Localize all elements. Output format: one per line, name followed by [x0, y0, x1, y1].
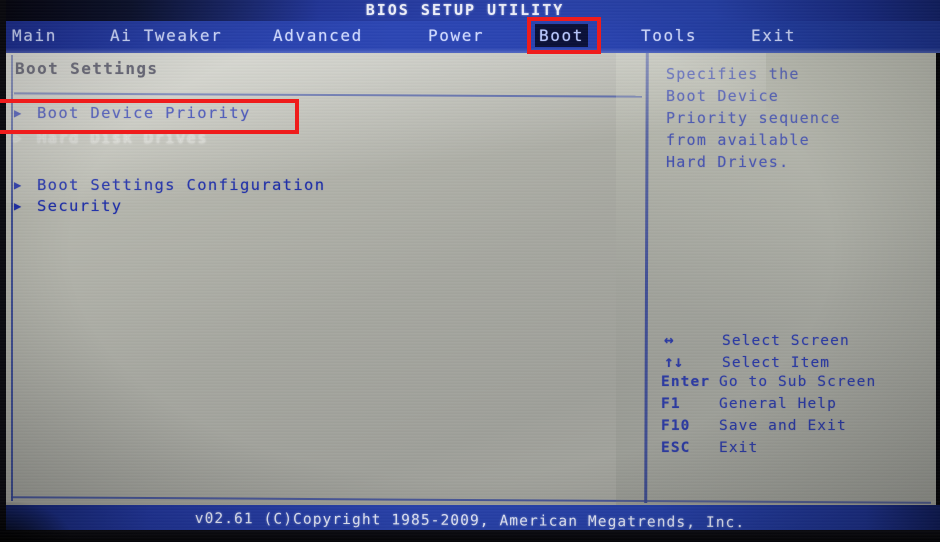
help-text-line: Priority sequence: [666, 109, 841, 127]
section-rule: [13, 92, 643, 98]
key-legend-key: ↑↓: [664, 352, 684, 371]
key-legend-description: General Help: [719, 396, 837, 412]
key-legend-row: ESC Exit: [661, 440, 876, 462]
help-text-line: from available: [666, 131, 810, 149]
menu-tab-tools[interactable]: Tools: [641, 26, 697, 45]
monitor-bezel-bottom: [0, 530, 940, 542]
boot-option-boot-device-priority[interactable]: ▶ Boot Device Priority: [14, 104, 251, 122]
key-legend-key: F10: [661, 418, 691, 434]
key-legend-description: Select Item: [722, 355, 831, 371]
key-legend-description: Go to Sub Screen: [719, 374, 877, 390]
boot-option-hard-disk-drives[interactable]: ▶ Hard Disk Drives: [14, 129, 208, 147]
menu-tab-power[interactable]: Power: [428, 26, 484, 45]
boot-option-label: Hard Disk Drives: [37, 129, 208, 147]
title-bar: BIOS SETUP UTILITY: [0, 0, 940, 22]
key-legend-description: Save and Exit: [719, 418, 847, 434]
boot-option-boot-settings-configuration[interactable]: ▶ Boot Settings Configuration: [14, 176, 325, 194]
key-legend-row: ↑↓ Select Item: [661, 352, 876, 374]
menu-tab-advanced[interactable]: Advanced: [273, 26, 363, 45]
menu-tab-main[interactable]: Main: [12, 26, 57, 45]
help-text-line: Hard Drives.: [666, 153, 790, 171]
left-pane-title: Boot Settings: [15, 59, 159, 78]
key-legend-description: Select Screen: [722, 333, 850, 349]
submenu-arrow-icon: ▶: [14, 178, 23, 192]
menu-tab-exit[interactable]: Exit: [751, 26, 796, 45]
monitor-bezel-left: [0, 0, 6, 542]
key-legend-row: ↔ Select Screen: [661, 330, 876, 352]
key-legend-key: F1: [661, 396, 681, 412]
boot-option-label: Boot Settings Configuration: [37, 176, 326, 194]
key-legend-row: F1 General Help: [661, 396, 876, 418]
boot-option-label: Security: [37, 197, 123, 215]
menu-bar: Main Ai Tweaker Advanced Power Boot Tools Exit: [0, 21, 940, 53]
key-legend-row: Enter Go to Sub Screen: [661, 374, 876, 396]
frame-border-left: [11, 55, 13, 501]
key-legend-row: F10 Save and Exit: [661, 418, 876, 440]
page-title: BIOS SETUP UTILITY: [365, 1, 565, 19]
menu-tab-boot[interactable]: Boot: [536, 25, 587, 46]
menu-tab-ai-tweaker[interactable]: Ai Tweaker: [110, 26, 222, 45]
help-text-line: Specifies the: [666, 65, 800, 83]
content-area: Boot Settings ▶ Boot Device Priority ▶ Hard…: [6, 53, 936, 505]
help-text-line: Boot Device: [666, 87, 780, 105]
help-panel: Specifies the Boot Device Priority sequenc…: [666, 63, 936, 173]
submenu-arrow-icon: ▶: [14, 131, 23, 145]
boot-option-security[interactable]: ▶ Security: [14, 197, 122, 215]
key-legend: ↔ Select Screen ↑↓ Select Item Enter Go to Su…: [661, 330, 876, 462]
bios-setup-screen: BIOS SETUP UTILITY Main Ai Tweaker Advance…: [0, 0, 940, 542]
photo-corner-shadow: [0, 502, 70, 542]
pane-divider: [644, 53, 649, 504]
submenu-arrow-icon: ▶: [14, 106, 23, 120]
key-legend-key: ↔: [664, 330, 674, 349]
frame-border-bottom: [11, 496, 931, 504]
boot-option-label: Boot Device Priority: [37, 104, 251, 122]
key-legend-key: ESC: [661, 440, 691, 456]
submenu-arrow-icon: ▶: [14, 199, 23, 213]
key-legend-description: Exit: [719, 440, 759, 456]
key-legend-key: Enter: [661, 374, 711, 390]
